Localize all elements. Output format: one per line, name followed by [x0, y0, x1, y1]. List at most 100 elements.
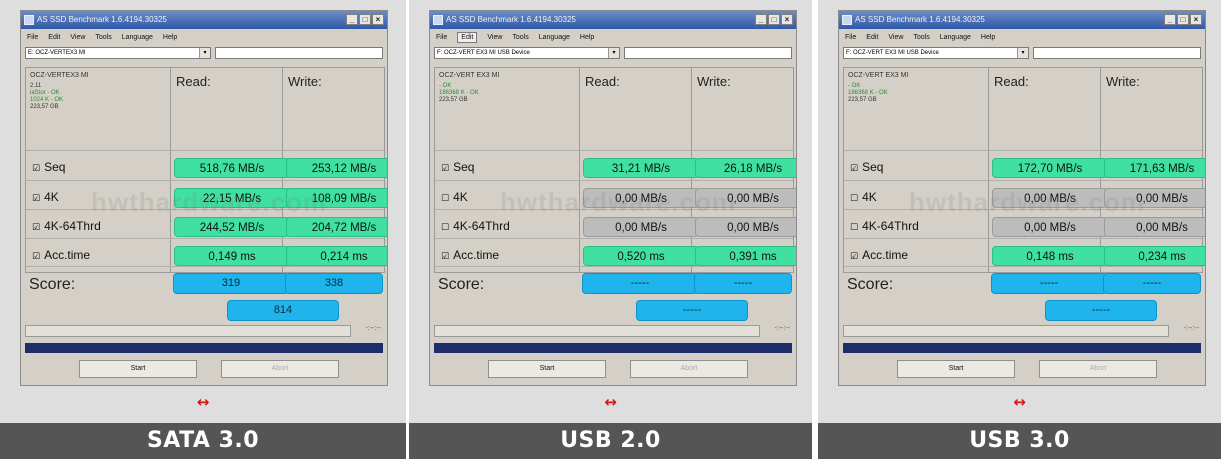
menu-item-view[interactable]: View [70, 34, 85, 41]
write-header: Write: [1106, 74, 1140, 89]
row-checkbox[interactable]: ☑ [32, 251, 40, 261]
drive-select-value: F: OCZ-VERT EX3 MI USB Device [846, 50, 939, 56]
device-name: OCZ-VERTEX3 MI [30, 72, 89, 79]
menu-item-view[interactable]: View [888, 34, 903, 41]
row-checkbox[interactable]: ☐ [850, 222, 858, 232]
write-value: 253,12 MB/s [286, 158, 387, 178]
minimize-icon[interactable]: _ [755, 14, 767, 25]
row-checkbox[interactable]: ☑ [850, 163, 858, 173]
window-controls: _ □ × [346, 14, 384, 25]
maximize-icon[interactable]: □ [1177, 14, 1189, 25]
menu-item-language[interactable]: Language [539, 34, 570, 41]
read-value: 0,148 ms [992, 246, 1108, 266]
row-label: ☑ Seq [850, 160, 883, 174]
read-header: Read: [176, 74, 211, 89]
menu-item-help[interactable]: Help [981, 34, 995, 41]
row-checkbox[interactable]: ☐ [441, 222, 449, 232]
start-button[interactable]: Start [488, 360, 606, 378]
close-icon[interactable]: × [781, 14, 793, 25]
watermark-text: hwthardware.com [909, 187, 1146, 217]
row-label: ☐ 4K-64Thrd [441, 219, 510, 233]
menu-item-edit[interactable]: Edit [48, 34, 60, 41]
row-label: ☑ 4K-64Thrd [32, 219, 101, 233]
expand-icon[interactable]: ↔ [0, 393, 406, 411]
score-write: ----- [1103, 273, 1201, 294]
abort-button[interactable]: Abort [221, 360, 339, 378]
score-total: ----- [636, 300, 748, 321]
drive-select[interactable]: F: OCZ-VERT EX3 MI USB Device ▾ [843, 47, 1029, 59]
maximize-icon[interactable]: □ [359, 14, 371, 25]
alignment-status: 186368 K - OK [439, 90, 479, 96]
menu-item-edit[interactable]: Edit [866, 34, 878, 41]
minimize-icon[interactable]: _ [346, 14, 358, 25]
menu-item-file[interactable]: File [436, 34, 447, 41]
close-icon[interactable]: × [1190, 14, 1202, 25]
row-checkbox[interactable]: ☐ [441, 193, 449, 203]
write-header: Write: [697, 74, 731, 89]
row-checkbox[interactable]: ☑ [441, 163, 449, 173]
minimize-icon[interactable]: _ [1164, 14, 1176, 25]
row-label: ☑ Seq [32, 160, 65, 174]
benchmark-panel: AS SSD Benchmark 1.6.4194.30325 _ □ × File Ed… [409, 0, 812, 459]
row-label: ☑ Acc.time [850, 248, 908, 262]
chevron-down-icon[interactable]: ▾ [199, 48, 210, 58]
maximize-icon[interactable]: □ [768, 14, 780, 25]
app-icon [842, 15, 852, 25]
menu-item-language[interactable]: Language [122, 34, 153, 41]
grid-divider [435, 180, 793, 181]
app-icon [433, 15, 443, 25]
expand-icon[interactable]: ↔ [409, 393, 812, 411]
menu-item-file[interactable]: File [27, 34, 38, 41]
chevron-down-icon[interactable]: ▾ [608, 48, 619, 58]
write-value: 171,63 MB/s [1104, 158, 1205, 178]
abort-button[interactable]: Abort [1039, 360, 1157, 378]
benchmark-window: AS SSD Benchmark 1.6.4194.30325 _ □ × File Ed… [20, 10, 388, 386]
drive-info: OCZ-VERT EX3 MI - OK 186368 K - OK 223,57 G… [439, 72, 499, 104]
device-name: OCZ-VERT EX3 MI [439, 72, 500, 79]
menu-item-language[interactable]: Language [940, 34, 971, 41]
row-label: ☑ Acc.time [32, 248, 90, 262]
chevron-down-icon[interactable]: ▾ [1017, 48, 1028, 58]
grid-divider [435, 238, 793, 239]
score-label: Score: [847, 276, 894, 293]
watermark-text: hwthardware.com [91, 187, 328, 217]
drive-info-field [215, 47, 383, 59]
score-read: ----- [991, 273, 1107, 294]
row-label-text: Acc.time [862, 248, 909, 262]
alignment-status: 186368 K - OK [848, 90, 888, 96]
panel-caption: USB 3.0 [818, 423, 1221, 459]
menu-item-edit[interactable]: Edit [457, 32, 478, 43]
score-read: ----- [582, 273, 698, 294]
grid-divider [579, 68, 580, 272]
grid-divider [844, 180, 1202, 181]
menu-item-tools[interactable]: Tools [95, 34, 111, 41]
drive-selector-row: F: OCZ-VERT EX3 MI USB Device ▾ [843, 47, 1201, 61]
menu-item-tools[interactable]: Tools [512, 34, 528, 41]
read-header: Read: [585, 74, 620, 89]
drive-select-value: E: OCZ-VERTEX3 MI [28, 50, 86, 56]
close-icon[interactable]: × [372, 14, 384, 25]
abort-button[interactable]: Abort [630, 360, 748, 378]
menu-item-view[interactable]: View [487, 34, 502, 41]
score-write: 338 [285, 273, 383, 294]
score-total: ----- [1045, 300, 1157, 321]
drive-capacity: 223,57 GB [848, 97, 877, 103]
start-button[interactable]: Start [897, 360, 1015, 378]
grid-divider [26, 180, 384, 181]
row-checkbox[interactable]: ☑ [850, 251, 858, 261]
menu-bar: File Edit View Tools Language Help [839, 30, 1205, 45]
start-button[interactable]: Start [79, 360, 197, 378]
menu-bar: File Edit View Tools Language Help [430, 30, 796, 45]
drive-select[interactable]: F: OCZ-VERT EX3 MI USB Device ▾ [434, 47, 620, 59]
row-checkbox[interactable]: ☐ [850, 193, 858, 203]
menu-item-file[interactable]: File [845, 34, 856, 41]
row-checkbox[interactable]: ☑ [32, 222, 40, 232]
row-checkbox[interactable]: ☑ [441, 251, 449, 261]
menu-item-help[interactable]: Help [580, 34, 594, 41]
menu-item-tools[interactable]: Tools [913, 34, 929, 41]
row-checkbox[interactable]: ☑ [32, 163, 40, 173]
row-checkbox[interactable]: ☑ [32, 193, 40, 203]
menu-item-help[interactable]: Help [163, 34, 177, 41]
drive-select[interactable]: E: OCZ-VERTEX3 MI ▾ [25, 47, 211, 59]
expand-icon[interactable]: ↔ [818, 393, 1221, 411]
